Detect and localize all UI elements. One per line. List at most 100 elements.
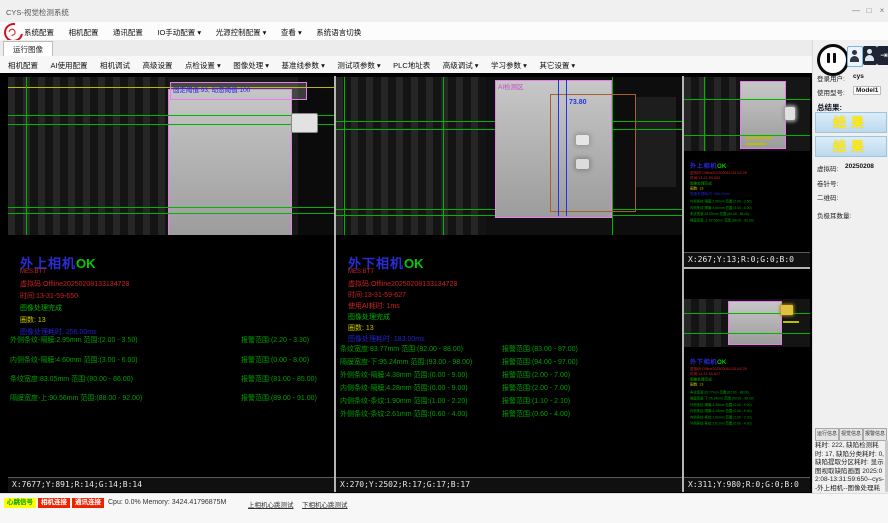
measurement-row: 条纹宽度:83.05mm 范围:(80.00 - 86.00)报警范围:(81.… [10, 374, 133, 384]
measure-line-blue [566, 80, 567, 216]
tab-connector [291, 113, 318, 133]
menu-io-manual-config[interactable]: IO手动配置 ▾ [157, 27, 201, 38]
camera-upper-image[interactable]: 固定阈值:93, 动态阈值:100 [8, 77, 334, 235]
close-button[interactable]: × [876, 5, 888, 17]
machine-background [684, 299, 728, 347]
menu-camera-config[interactable]: 相机配置 [68, 27, 98, 38]
pixel-coordinate-readout: X:7677;Y:891;R:14;G:14;B:14 [8, 477, 334, 492]
tool-image-processing[interactable]: 图像处理 ▾ [233, 60, 269, 71]
tool-camera-debug[interactable]: 相机调试 [100, 60, 130, 71]
camera-small-top-image[interactable] [684, 77, 810, 151]
upper-camera-heartbeat-link[interactable]: 上相机心跳测试 [248, 499, 294, 509]
menu-comm-config[interactable]: 通讯配置 [113, 27, 143, 38]
pause-icon [833, 53, 836, 63]
camera-panel-upper: 固定阈值:93, 动态阈值:100 外上相机OK MES:BTT 虚拟码:Off… [8, 77, 334, 492]
lower-camera-heartbeat-link[interactable]: 下相机心跳测试 [302, 499, 348, 509]
measurement-row: 内侧条纹-隔膜:4.28mm 范围:(0.00 - 9.00)报警范围:(2.0… [340, 383, 468, 393]
tab-row: 运行图像 [0, 40, 812, 57]
turns-line: 圈数: 13 [20, 315, 46, 325]
tab-run-image[interactable]: 运行图像 [3, 41, 53, 57]
measure-line-green [684, 333, 810, 334]
info-tab-alarm[interactable]: 报警信息 [863, 428, 887, 441]
turns-line: 圈数: 13 [348, 323, 374, 333]
measurement-row: 隔膜宽度-下:95.24mm 范围:(93.00 - 98.00)报警范围:(9… [340, 357, 472, 367]
proc-time-line: 图像处理耗时: 183.00ms [348, 334, 425, 344]
tool-other-settings[interactable]: 其它设置 ▾ [539, 60, 575, 71]
machine-background [684, 77, 740, 151]
time-line: 时间:13-31-59-627 [348, 290, 406, 300]
winding-pin-label: 卷针号: [817, 178, 838, 188]
login-user-label: 登录用户: [817, 73, 845, 83]
tool-learning-params[interactable]: 学习参数 ▾ [491, 60, 527, 71]
measure-line-green [684, 135, 810, 136]
barcode-line: 虚拟码:Offline20250208133134728 [348, 279, 457, 289]
control-sidebar: ⇥ 登录用户: cys 使用型号: Model1 总结果: 结果 结果 虚拟码:… [812, 40, 888, 493]
measurement-row: 内侧条纹-条纹:1.90mm 范围:(1.00 - 2.20)报警范围:(1.1… [340, 396, 468, 406]
heartbeat-status-badge: 心跳信号 [4, 498, 36, 508]
pixel-coordinate-readout: X:311;Y:980;R:0;G:0;B:0 [684, 477, 810, 492]
user-dark-icon [865, 55, 874, 61]
mes-line: MES:BTT [348, 269, 374, 275]
pixel-coordinate-readout: X:270;Y:2502;R:17;G:17;B:17 [336, 477, 682, 492]
result-box-lower: 结果 [815, 136, 887, 157]
bright-spot [785, 107, 795, 120]
result-box-upper: 结果 [815, 112, 887, 133]
measurement-row: 内侧条纹-隔膜:4.60mm 范围:(3.00 - 6.00)报警范围:(0.0… [10, 355, 138, 365]
tool-plc-address-table[interactable]: PLC地址表 [393, 60, 430, 71]
tool-ai-use-config[interactable]: AI使用配置 [50, 60, 87, 71]
user-manage-button[interactable] [863, 46, 877, 65]
login-user-value: cys [853, 73, 864, 80]
menu-language-switch[interactable]: 系统语言切换 [316, 27, 361, 38]
measurement-row: 外侧条纹-条纹:2.61mm 范围:(0.60 - 4.00)报警范围:(0.6… [340, 409, 468, 419]
model-label: 使用型号: [817, 87, 845, 97]
annotation-mark-yellow [783, 321, 799, 323]
user-icon [852, 50, 857, 55]
measure-line-green [8, 207, 334, 208]
user-login-button[interactable] [847, 46, 863, 67]
user-icon [850, 56, 859, 62]
measure-line-blue [558, 80, 559, 216]
measurement-row: 外侧条纹-隔膜:4.38mm 范围:(0.00 - 9.00)报警范围:(2.0… [340, 370, 468, 380]
virtual-code-label: 虚拟码: [817, 163, 838, 173]
maximize-button[interactable]: □ [863, 5, 875, 17]
result-ok: OK [404, 256, 424, 271]
user-dark-icon [867, 49, 872, 54]
negative-tab-count-label: 负极耳数量: [817, 210, 851, 220]
toolbar: 相机配置 AI使用配置 相机调试 高级设置 点检设置 ▾ 图像处理 ▾ 基准线参… [0, 56, 812, 74]
app-window: CYS-视觉检测系统 — □ × 系统配置 相机配置 通讯配置 IO手动配置 ▾… [0, 0, 888, 522]
titlebar: CYS-视觉检测系统 — □ × [0, 0, 888, 23]
tool-camera-config[interactable]: 相机配置 [8, 60, 38, 71]
pause-icon [827, 53, 830, 63]
reference-line-green [344, 77, 345, 235]
machine-part [636, 97, 676, 187]
result-ok: OK [76, 256, 96, 271]
menu-view[interactable]: 查看 ▾ [281, 27, 302, 38]
bright-spot [576, 135, 589, 145]
tool-advanced-settings[interactable]: 高级设置 [142, 60, 172, 71]
pause-button[interactable] [817, 44, 849, 76]
menu-light-control-config[interactable]: 光源控制配置 ▾ [216, 27, 267, 38]
done-line: 图像处理完成 [348, 312, 390, 322]
threshold-overlay: 固定阈值:93, 动态阈值:100 [170, 82, 307, 100]
info-tab-run[interactable]: 运行信息 [815, 428, 839, 441]
info-tab-vision[interactable]: 视觉信息 [839, 428, 863, 441]
cpu-memory-readout: Cpu: 0.0% Memory: 3424.41796875M [108, 499, 226, 506]
qr-code-label: 二维码: [817, 192, 838, 202]
tool-advanced-debug[interactable]: 高级调试 ▾ [443, 60, 479, 71]
tool-spot-check-settings[interactable]: 点检设置 ▾ [185, 60, 221, 71]
measurement-row: 条纹宽度:83.77mm 范围:(82.00 - 88.00)报警范围:(83.… [340, 344, 463, 354]
reference-line-green [26, 77, 27, 235]
exit-button[interactable]: ⇥ [877, 46, 888, 65]
camera-lower-image[interactable]: 73.80 AI检测区 [336, 77, 682, 235]
model-value[interactable]: Model1 [853, 86, 881, 95]
menu-system-config[interactable]: 系统配置 [24, 27, 54, 38]
tool-baseline-params[interactable]: 基准线参数 ▾ [282, 60, 325, 71]
barcode-line: 虚拟码:Offline20250208133134728 [20, 279, 129, 289]
menubar: 系统配置 相机配置 通讯配置 IO手动配置 ▾ 光源控制配置 ▾ 查看 ▾ 系统… [0, 22, 888, 41]
camera-small-bottom-image[interactable] [684, 299, 810, 347]
camera-link-status-badge: 相机连接 [38, 498, 70, 508]
minimize-button[interactable]: — [850, 5, 862, 17]
tool-test-item-params[interactable]: 测试项参数 ▾ [337, 60, 380, 71]
mes-line: MES:BTT [20, 269, 46, 275]
bright-spot [576, 159, 589, 169]
